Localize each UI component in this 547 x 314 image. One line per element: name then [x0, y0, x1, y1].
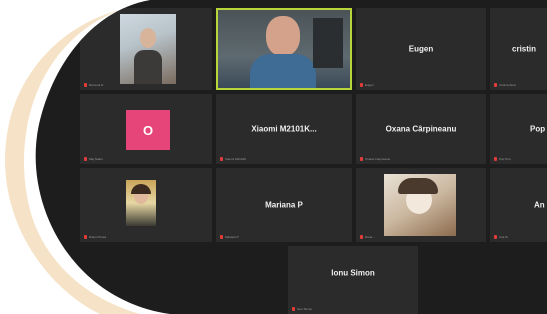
participant-tile-13[interactable]: Ionu Simon Ionu Simon — [288, 246, 418, 314]
participant-tile-4[interactable]: cristin cristina dima — [490, 8, 547, 90]
participant-footer-label: Ionu Simon — [297, 307, 313, 311]
participant-tile-6[interactable]: Xiaomi M2101K... Xiaomi M2101K — [216, 94, 352, 164]
mic-muted-icon — [360, 83, 363, 87]
participant-footer-label: Diana Pintea — [89, 235, 107, 239]
participant-tile-9[interactable]: Diana Pintea — [80, 168, 212, 242]
mic-muted-icon — [220, 235, 223, 239]
participant-name: Pop — [530, 124, 546, 134]
participant-footer-label: Ramona D. — [89, 83, 105, 87]
participant-tile-active-speaker[interactable] — [216, 8, 352, 90]
participant-footer-13: Ionu Simon — [292, 307, 312, 311]
participant-footer-7: Oxana Carpineanu — [360, 157, 390, 161]
participant-footer-9: Diana Pintea — [84, 235, 106, 239]
participant-name: Ionu Simon — [331, 268, 375, 278]
participant-footer-5: Maj Tataru — [84, 157, 103, 161]
participant-name: Eugen — [408, 44, 434, 54]
participant-name: Oxana Cârpineanu — [385, 124, 457, 134]
active-speaker-video — [218, 10, 350, 88]
participant-tile-11[interactable]: Dana ... — [356, 168, 486, 242]
avatar-initial: O — [142, 122, 154, 138]
participant-footer-1: Ramona D. — [84, 83, 104, 87]
participant-grid: Ramona D. Eugen Eugen cristin cristina d… — [0, 0, 547, 314]
participant-footer-label: Maj Tataru — [89, 157, 103, 161]
participant-tile-3[interactable]: Eugen Eugen — [356, 8, 486, 90]
mic-muted-icon — [84, 157, 87, 161]
participant-tile-5[interactable]: O Maj Tataru — [80, 94, 212, 164]
participant-footer-8: Pop Pop — [494, 157, 511, 161]
participant-name: cristin — [512, 44, 537, 54]
participant-footer-label: Dana ... — [365, 235, 376, 239]
participant-footer-label: Eugen — [365, 83, 374, 87]
mic-muted-icon — [494, 83, 497, 87]
mic-muted-icon — [360, 235, 363, 239]
participant-footer-3: Eugen — [360, 83, 374, 87]
participant-name: An — [534, 200, 545, 210]
mic-muted-icon — [220, 157, 223, 161]
mic-muted-icon — [494, 157, 497, 161]
mic-muted-icon — [494, 235, 497, 239]
participant-footer-10: Mariana P — [220, 235, 239, 239]
participant-footer-4: cristina dima — [494, 83, 516, 87]
participant-footer-label: cristina dima — [499, 83, 516, 87]
participant-footer-12: Ana M — [494, 235, 508, 239]
mic-muted-icon — [84, 235, 87, 239]
avatar: O — [126, 110, 170, 150]
participant-tile-10[interactable]: Mariana P Mariana P — [216, 168, 352, 242]
participant-footer-label: Pop Pop — [499, 157, 511, 161]
participant-footer-11: Dana ... — [360, 235, 376, 239]
participant-name: Mariana P — [265, 200, 303, 210]
participant-footer-label: Oxana Carpineanu — [365, 157, 391, 161]
participant-photo-11 — [384, 174, 456, 236]
participant-name: Xiaomi M2101K... — [251, 124, 317, 134]
participant-tile-12[interactable]: An Ana M — [490, 168, 547, 242]
participant-footer-6: Xiaomi M2101K — [220, 157, 246, 161]
participant-photo-9 — [126, 180, 156, 226]
participant-footer-label: Ana M — [499, 235, 508, 239]
mic-muted-icon — [360, 157, 363, 161]
participant-footer-label: Xiaomi M2101K — [225, 157, 247, 161]
participant-tile-7[interactable]: Oxana Cârpineanu Oxana Carpineanu — [356, 94, 486, 164]
participant-footer-label: Mariana P — [225, 235, 239, 239]
mic-muted-icon — [84, 83, 87, 87]
mic-muted-icon — [292, 307, 295, 311]
participant-tile-8[interactable]: Pop Pop Pop — [490, 94, 547, 164]
video-call-window: Ramona D. Eugen Eugen cristin cristina d… — [0, 0, 547, 314]
participant-video-1 — [120, 14, 176, 84]
